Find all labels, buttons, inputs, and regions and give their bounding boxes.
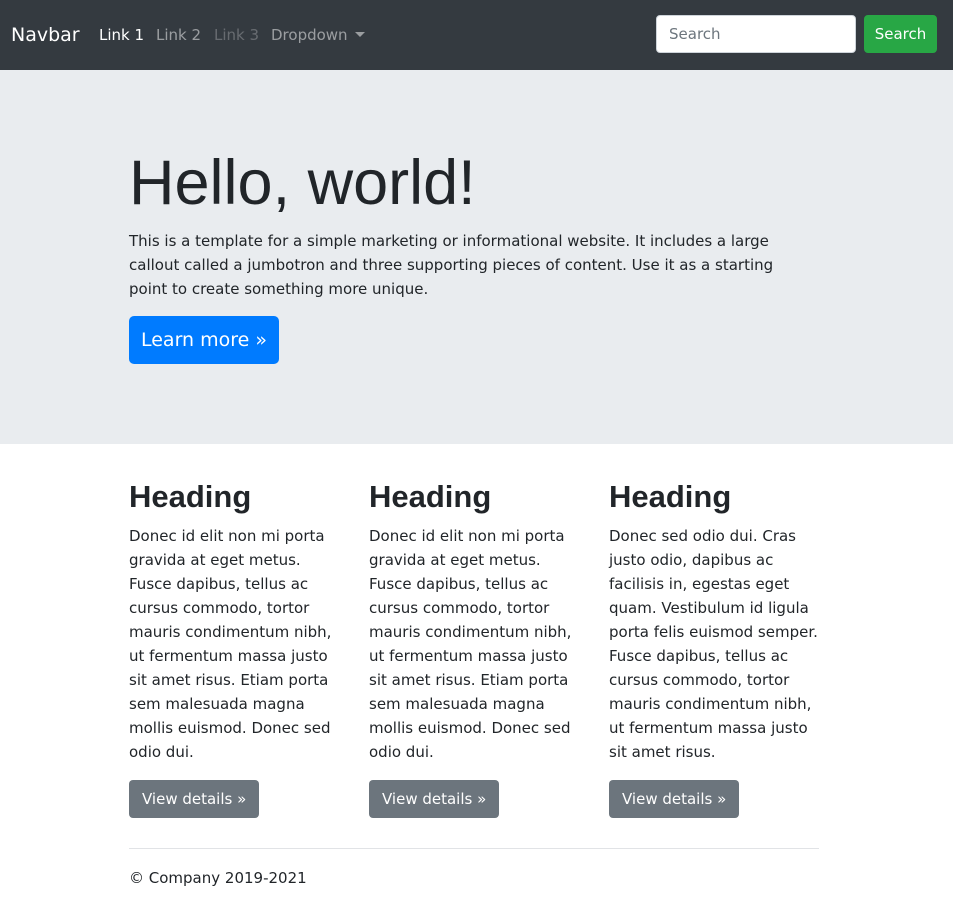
- view-details-button-2[interactable]: View details »: [369, 780, 500, 818]
- nav-dropdown-label: Dropdown: [271, 26, 348, 44]
- column-heading: Heading: [129, 479, 252, 514]
- column-text: Donec id elit non mi porta gravida at eg…: [369, 527, 572, 761]
- search-button[interactable]: Search: [864, 15, 937, 53]
- column-text: Donec id elit non mi porta gravida at eg…: [129, 527, 332, 761]
- jumbotron: Hello, world! This is a template for a s…: [0, 70, 953, 444]
- jumbotron-text: This is a template for a simple marketin…: [129, 232, 774, 298]
- content-column-1: Heading Donec id elit non mi porta gravi…: [129, 478, 347, 818]
- navbar: Navbar Link 1 Link 2 Link 3 Dropdown Sea…: [0, 0, 953, 70]
- view-details-button-3[interactable]: View details »: [609, 780, 740, 818]
- column-heading: Heading: [609, 479, 732, 514]
- nav-link-1[interactable]: Link 1: [99, 24, 144, 46]
- nav-link-3: Link 3: [214, 26, 260, 44]
- jumbotron-title: Hello, world!: [129, 148, 476, 218]
- learn-more-button[interactable]: Learn more »: [129, 316, 279, 364]
- footer-divider: [129, 848, 819, 849]
- footer-text: © Company 2019-2021: [129, 869, 307, 887]
- search-input[interactable]: [656, 15, 856, 53]
- content-column-2: Heading Donec id elit non mi porta gravi…: [369, 478, 587, 818]
- column-text: Donec sed odio dui. Cras justo odio, dap…: [609, 527, 818, 761]
- chevron-down-icon: [354, 32, 365, 37]
- nav-link-2[interactable]: Link 2: [156, 24, 201, 46]
- column-heading: Heading: [369, 479, 492, 514]
- nav-dropdown[interactable]: Dropdown: [271, 24, 365, 46]
- content-column-3: Heading Donec sed odio dui. Cras justo o…: [609, 478, 827, 818]
- view-details-button-1[interactable]: View details »: [129, 780, 260, 818]
- navbar-brand[interactable]: Navbar: [11, 22, 80, 48]
